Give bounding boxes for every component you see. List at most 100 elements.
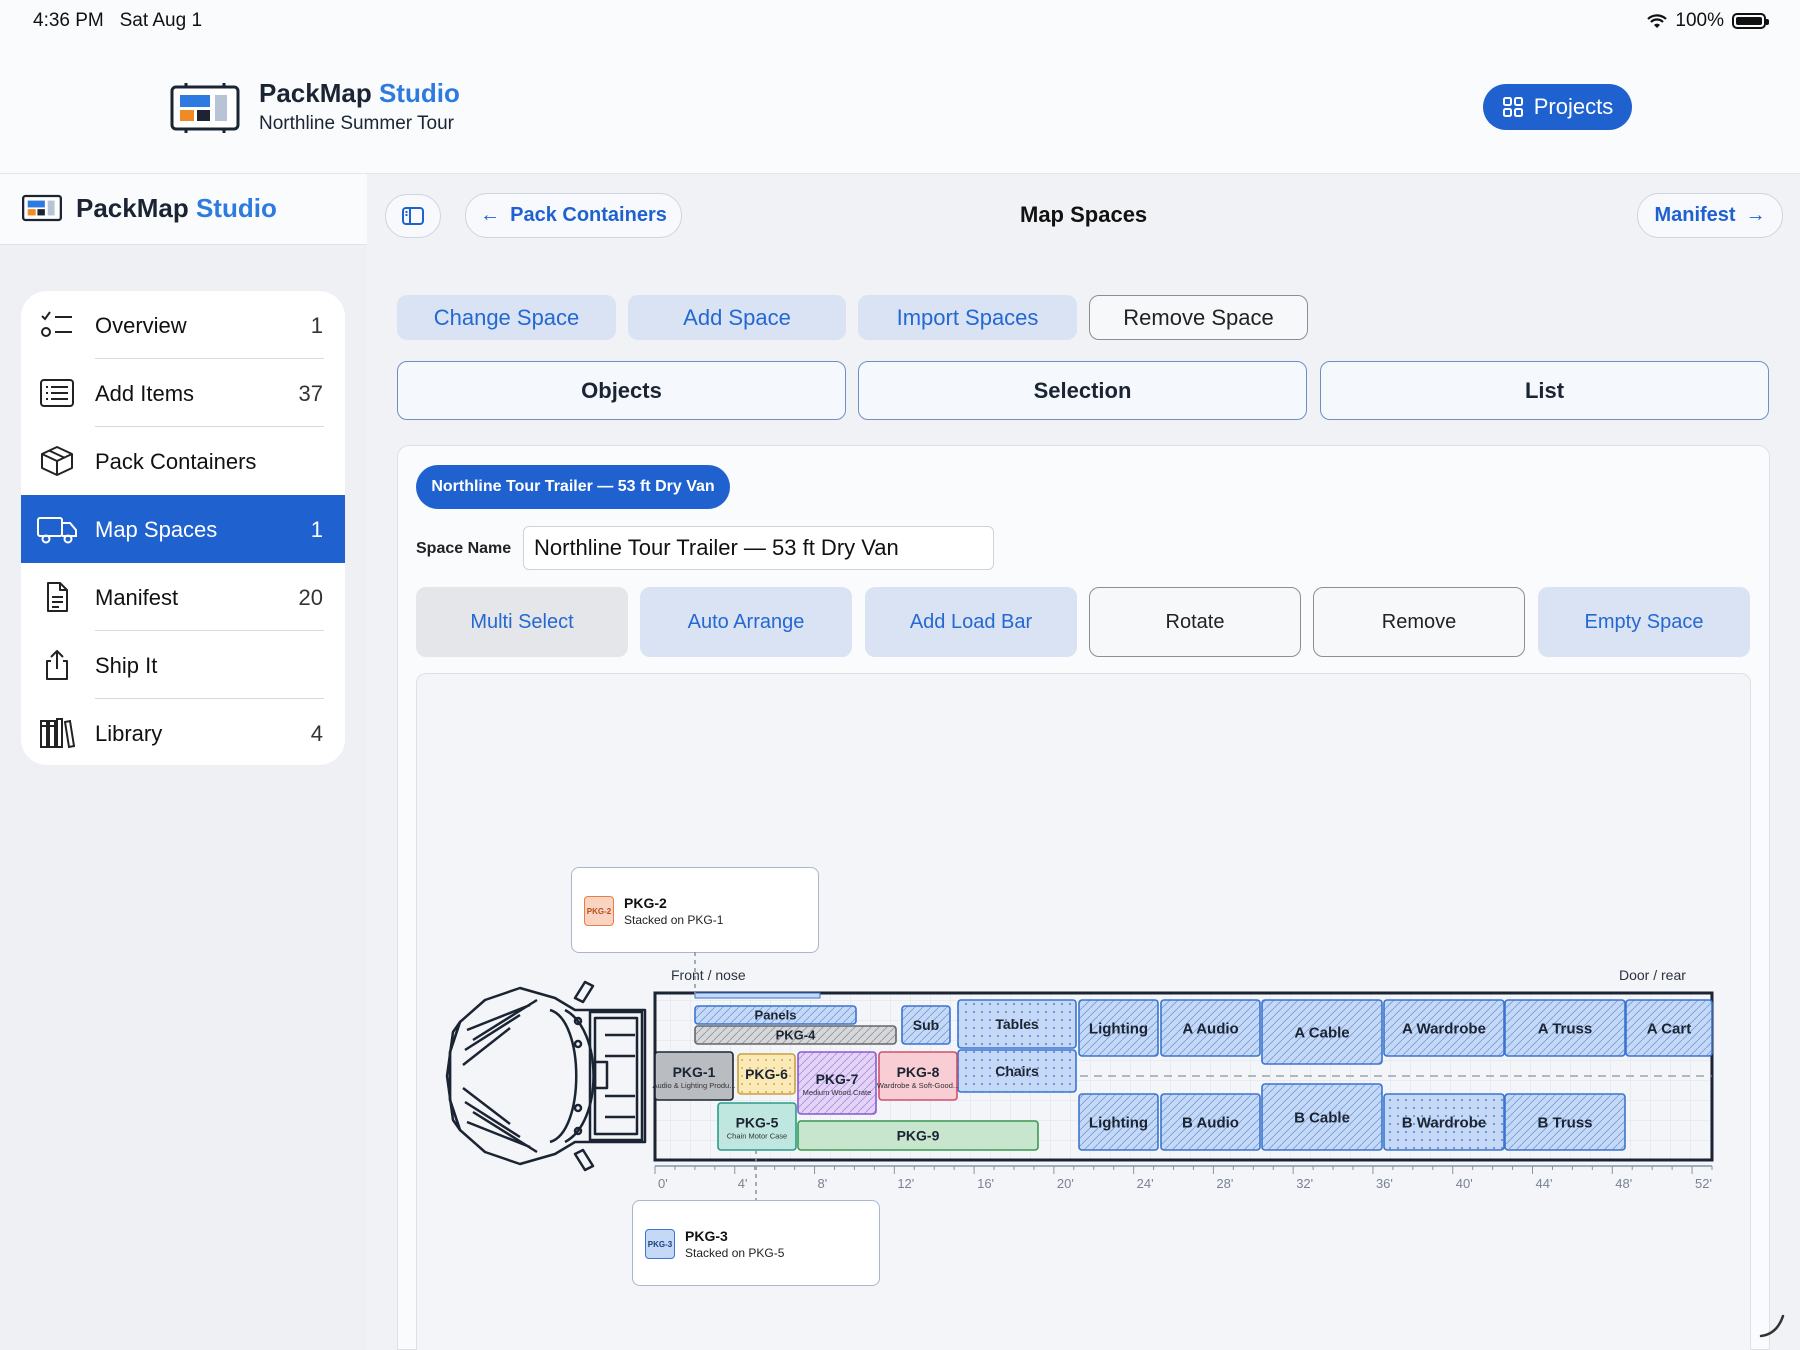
package-a-cable[interactable]: A Cable <box>1261 999 1383 1065</box>
wifi-icon <box>1647 13 1668 28</box>
package-panels[interactable]: Panels <box>694 1005 857 1025</box>
svg-text:B Audio: B Audio <box>1182 1114 1239 1131</box>
sidebar-item-count: 1 <box>310 313 323 338</box>
sidebar-item-add-items[interactable]: Add Items 37 <box>21 359 345 427</box>
change-space-button[interactable]: Change Space <box>397 295 616 340</box>
package-pkg-4[interactable]: PKG-4 <box>694 1025 897 1045</box>
import-spaces-button[interactable]: Import Spaces <box>858 295 1077 340</box>
add-load-bar-button[interactable]: Add Load Bar <box>865 587 1077 657</box>
tab-list[interactable]: List <box>1320 361 1769 420</box>
share-icon <box>46 650 68 680</box>
sidebar-item-label: Add Items <box>95 381 195 406</box>
app-title: PackMap Studio <box>259 78 460 108</box>
ruler-label: 28' <box>1216 1176 1233 1191</box>
package-pkg-7[interactable]: PKG-7Medium Wood Crate <box>797 1051 877 1115</box>
callout-leader-line <box>755 1150 757 1200</box>
forward-button[interactable]: Manifest → <box>1637 193 1783 238</box>
svg-text:Medium Wood Crate: Medium Wood Crate <box>803 1088 872 1097</box>
back-button-label: Pack Containers <box>510 204 667 226</box>
package-b-cable[interactable]: B Cable <box>1261 1083 1383 1151</box>
package-pkg-9[interactable]: PKG-9 <box>797 1120 1039 1151</box>
svg-text:PKG-8: PKG-8 <box>897 1064 940 1080</box>
sidebar-toggle-icon <box>402 207 424 225</box>
toggle-sidebar-button[interactable] <box>385 194 441 238</box>
ruler-label: 48' <box>1615 1176 1632 1191</box>
trailer-map[interactable]: 0' 4' 8' 12' 16' 20' 24' 28' 32' 36' 40' 44' 48' 52' P… <box>650 960 1730 1195</box>
svg-text:PKG-1: PKG-1 <box>673 1064 716 1080</box>
rear-label: Door / rear <box>1619 967 1686 983</box>
svg-text:PKG-5: PKG-5 <box>736 1115 779 1131</box>
auto-arrange-button[interactable]: Auto Arrange <box>640 587 852 657</box>
battery-percent: 100% <box>1675 10 1724 31</box>
app-logo-icon <box>170 83 240 133</box>
callout-leader-line <box>694 952 696 1000</box>
tab-objects[interactable]: Objects <box>397 361 846 420</box>
svg-text:A Cable: A Cable <box>1294 1024 1349 1041</box>
rotate-button[interactable]: Rotate <box>1089 587 1301 657</box>
svg-text:A Cart: A Cart <box>1647 1020 1691 1037</box>
sidebar-item-ship-it[interactable]: Ship It <box>21 631 345 699</box>
projects-button[interactable]: Projects <box>1483 84 1632 130</box>
package-pkg-5[interactable]: PKG-5Chain Motor Case <box>717 1102 797 1151</box>
package-b-truss[interactable]: B Truss <box>1504 1093 1626 1151</box>
package-a-truss[interactable]: A Truss <box>1504 999 1626 1057</box>
box-icon <box>41 446 73 476</box>
sidebar-nav: Overview 1 Add Items 37 Pack Containers … <box>21 291 345 765</box>
sidebar-item-map-spaces[interactable]: Map Spaces 1 <box>21 495 345 563</box>
package-pkg-8[interactable]: PKG-8Wardrobe & Soft-Good... <box>877 1051 959 1101</box>
svg-text:Chain Motor Case: Chain Motor Case <box>727 1132 787 1141</box>
package-a-cart[interactable]: A Cart <box>1625 999 1713 1057</box>
sidebar-item-overview[interactable]: Overview 1 <box>21 291 345 359</box>
svg-text:Sub: Sub <box>913 1017 939 1033</box>
svg-text:B Cable: B Cable <box>1294 1109 1350 1126</box>
package-pkg-1[interactable]: PKG-1Audio & Lighting Produ... <box>653 1051 736 1101</box>
add-space-button[interactable]: Add Space <box>628 295 846 340</box>
space-selector-chip[interactable]: Northline Tour Trailer — 53 ft Dry Van <box>416 465 730 509</box>
empty-space-button[interactable]: Empty Space <box>1538 587 1750 657</box>
svg-text:Panels: Panels <box>755 1008 797 1023</box>
package-pkg-6[interactable]: PKG-6 <box>737 1053 796 1095</box>
svg-text:Audio & Lighting Produ...: Audio & Lighting Produ... <box>653 1081 736 1090</box>
svg-text:A Audio: A Audio <box>1182 1020 1238 1037</box>
sidebar-item-count: 4 <box>310 721 323 746</box>
package-lighting[interactable]: Lighting <box>1078 999 1159 1057</box>
space-name-label: Space Name <box>416 540 512 557</box>
svg-text:PKG-7: PKG-7 <box>816 1071 859 1087</box>
sidebar-item-count: 37 <box>298 381 323 406</box>
stack-callout-pkg-3[interactable]: PKG-3 PKG-3 Stacked on PKG-5 <box>632 1200 880 1286</box>
tab-selection[interactable]: Selection <box>858 361 1307 420</box>
stack-callout-pkg-2[interactable]: PKG-2 PKG-2 Stacked on PKG-1 <box>571 867 819 953</box>
list-icon <box>40 379 74 407</box>
ruler-label: 40' <box>1456 1176 1473 1191</box>
package-tables[interactable]: Tables <box>957 999 1077 1049</box>
package-b-wardrobe[interactable]: B Wardrobe <box>1383 1093 1505 1151</box>
remove-space-button[interactable]: Remove Space <box>1089 295 1308 340</box>
package-a-audio[interactable]: A Audio <box>1160 999 1261 1057</box>
projects-label: Projects <box>1533 94 1614 119</box>
ruler-label: 32' <box>1296 1176 1313 1191</box>
sidebar-item-label: Manifest <box>95 585 179 610</box>
sidebar-item-pack-containers[interactable]: Pack Containers <box>21 427 345 495</box>
package-chairs[interactable]: Chairs <box>957 1049 1077 1093</box>
back-button[interactable]: ← Pack Containers <box>465 193 682 238</box>
callout-subtitle: Stacked on PKG-1 <box>624 913 724 927</box>
space-name-field[interactable] <box>523 526 994 570</box>
svg-text:PKG-6: PKG-6 <box>745 1066 788 1082</box>
project-subtitle: Northline Summer Tour <box>259 113 455 134</box>
svg-text:A Wardrobe: A Wardrobe <box>1402 1020 1486 1037</box>
package-b-audio[interactable]: B Audio <box>1160 1093 1261 1151</box>
sidebar-item-library[interactable]: Library 4 <box>21 699 345 765</box>
remove-button[interactable]: Remove <box>1313 587 1525 657</box>
callout-title: PKG-3 <box>685 1228 728 1244</box>
sidebar-item-manifest[interactable]: Manifest 20 <box>21 563 345 631</box>
sidebar-item-label: Map Spaces <box>95 517 218 542</box>
package-lighting[interactable]: Lighting <box>1078 1093 1159 1151</box>
package-sub[interactable]: Sub <box>901 1005 951 1045</box>
package-a-wardrobe[interactable]: A Wardrobe <box>1383 999 1505 1057</box>
load-bar[interactable] <box>694 992 821 999</box>
truck-icon <box>37 517 77 544</box>
multi-select-button[interactable]: Multi Select <box>416 587 628 657</box>
resize-grip-icon[interactable] <box>1757 1310 1787 1340</box>
arrow-left-icon: ← <box>480 204 501 226</box>
callout-title: PKG-2 <box>624 895 667 911</box>
